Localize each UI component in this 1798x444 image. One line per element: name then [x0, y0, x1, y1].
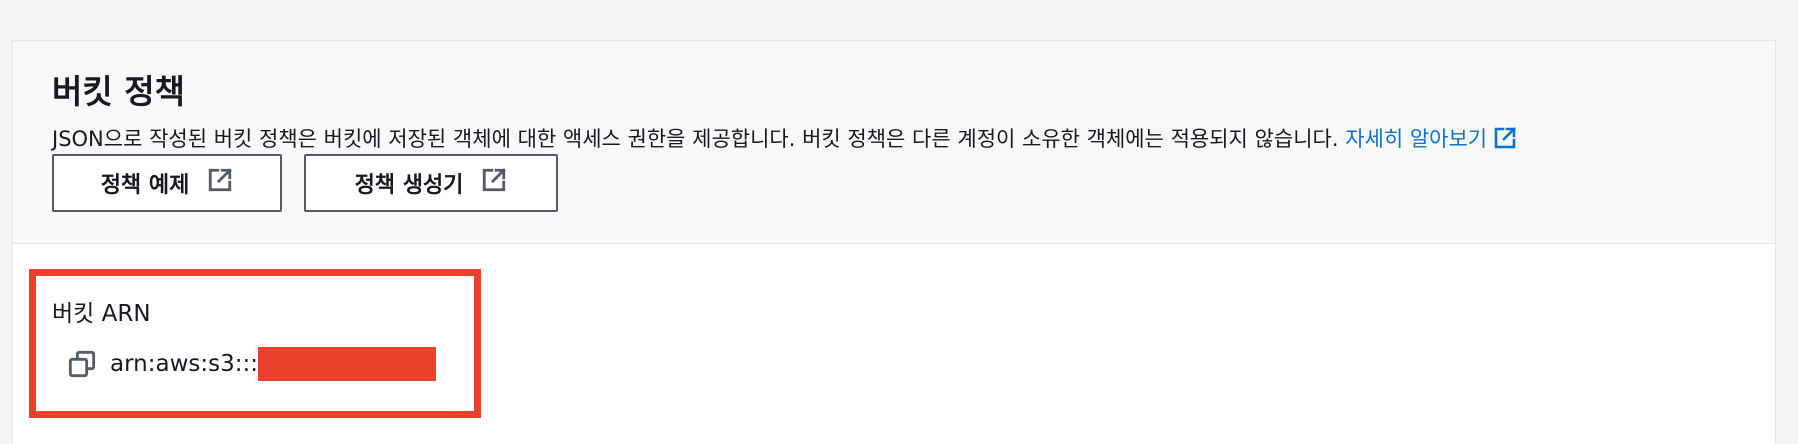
redacted-bucket-name [257, 347, 436, 381]
description-text: JSON으로 작성된 버킷 정책은 버킷에 저장된 객체에 대한 액세스 권한을… [52, 127, 1339, 151]
bucket-policy-panel: 버킷 정책 JSON으로 작성된 버킷 정책은 버킷에 저장된 객체에 대한 액… [12, 40, 1776, 444]
panel-title: 버킷 정책 [52, 72, 185, 111]
bucket-arn-label: 버킷 ARN [52, 301, 151, 327]
external-link-icon [1493, 126, 1517, 159]
bucket-arn-value: arn:aws:s3::: [110, 351, 258, 377]
external-link-icon [207, 167, 233, 199]
policy-examples-button[interactable]: 정책 예제 [52, 154, 282, 212]
learn-more-link[interactable]: 자세히 알아보기 [1345, 127, 1517, 151]
external-link-icon [481, 167, 507, 199]
learn-more-label: 자세히 알아보기 [1345, 127, 1488, 151]
bucket-arn-row: arn:aws:s3::: [68, 347, 436, 381]
bucket-arn-highlight [29, 269, 481, 418]
policy-examples-label: 정책 예제 [100, 173, 190, 198]
copy-icon[interactable] [68, 350, 96, 378]
panel-header: 버킷 정책 JSON으로 작성된 버킷 정책은 버킷에 저장된 객체에 대한 액… [13, 41, 1775, 244]
policy-generator-label: 정책 생성기 [354, 173, 464, 198]
policy-generator-button[interactable]: 정책 생성기 [304, 154, 558, 212]
